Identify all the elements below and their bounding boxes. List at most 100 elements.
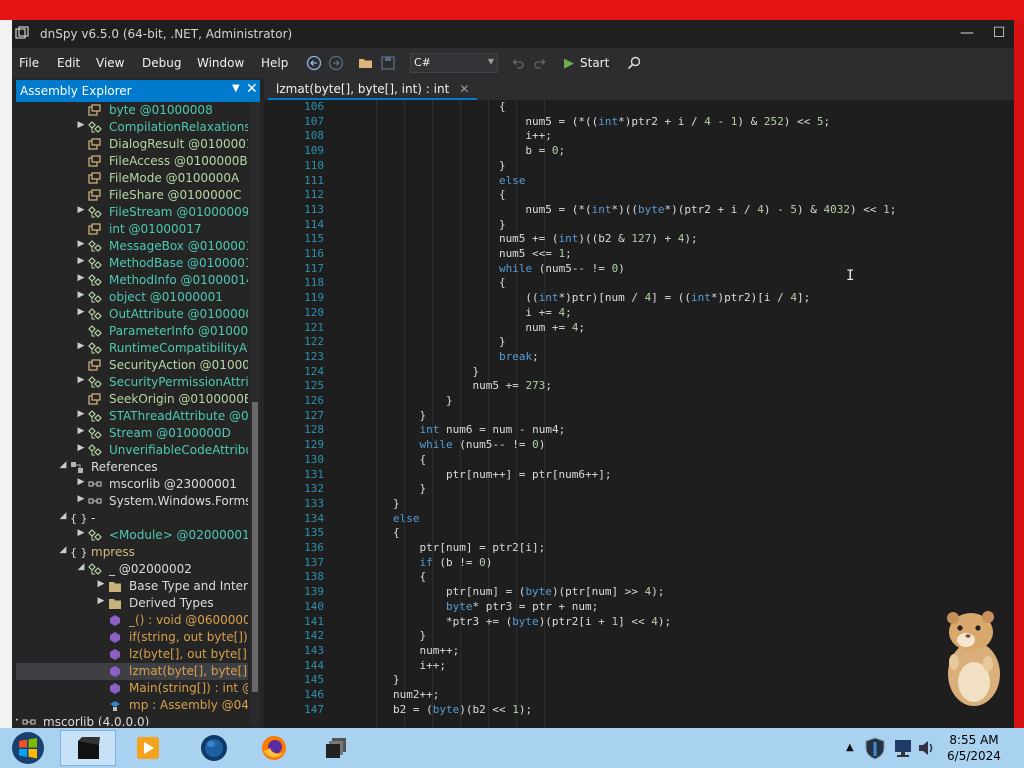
taskbar-firefox[interactable]: [246, 730, 302, 766]
taskbar-media-player[interactable]: [120, 730, 176, 766]
scrollbar-thumb[interactable]: [252, 402, 258, 692]
maximize-button[interactable]: ☐: [984, 22, 1014, 44]
forward-icon[interactable]: [326, 53, 346, 73]
taskbar-clock[interactable]: 8:55 AM 6/5/2024: [934, 732, 1014, 764]
tree-item[interactable]: ▶ MessageBox @01000012: [16, 238, 248, 255]
expand-arrow-icon[interactable]: ▶: [76, 426, 86, 436]
line-number: 141: [304, 614, 324, 628]
tree-item[interactable]: ▶ UnverifiableCodeAttribute: [16, 442, 248, 459]
expand-arrow-icon[interactable]: ▶: [76, 120, 86, 130]
expand-arrow-icon[interactable]: ▶: [76, 528, 86, 538]
menu-view[interactable]: View: [96, 56, 124, 70]
panel-menu-icon[interactable]: ▼: [232, 83, 240, 94]
tree-item[interactable]: ▶ RuntimeCompatibilityAttri: [16, 340, 248, 357]
expand-arrow-icon[interactable]: ▶: [76, 341, 86, 351]
expand-arrow-icon[interactable]: ▶: [16, 715, 20, 725]
tree-item[interactable]: ▶ STAThreadAttribute @010: [16, 408, 248, 425]
tree-item[interactable]: mp : Assembly @0400: [16, 697, 248, 714]
menu-file[interactable]: File: [19, 56, 39, 70]
expand-arrow-icon[interactable]: ▶: [96, 596, 106, 606]
menu-edit[interactable]: Edit: [57, 56, 80, 70]
tree-item[interactable]: int @01000017: [16, 221, 248, 238]
tree-scrollbar[interactable]: [250, 102, 260, 726]
tree-item[interactable]: ▶ <Module> @02000001: [16, 527, 248, 544]
tab-close-icon[interactable]: ✕: [459, 82, 469, 96]
expand-arrow-icon[interactable]: ▶: [76, 307, 86, 317]
tree-item[interactable]: ▶ FileStream @01000009: [16, 204, 248, 221]
app-icon: [15, 26, 29, 39]
tree-item[interactable]: _() : void @06000005: [16, 612, 248, 629]
tray-arrow-icon[interactable]: ▲: [846, 742, 854, 753]
collapse-arrow-icon[interactable]: ◢: [58, 545, 68, 555]
tree-item[interactable]: FileShare @0100000C: [16, 187, 248, 204]
tree-item[interactable]: ▶ SecurityPermissionAttribu: [16, 374, 248, 391]
tree-item[interactable]: ▶ System.Windows.Forms @: [16, 493, 248, 510]
collapse-arrow-icon[interactable]: ◢: [58, 460, 68, 470]
tree-item[interactable]: ▶ CompilationRelaxationsAt: [16, 119, 248, 136]
tree-item[interactable]: if(string, out byte[]) : b: [16, 629, 248, 646]
windows-start-button[interactable]: [6, 730, 50, 766]
network-icon[interactable]: [892, 738, 916, 758]
expand-arrow-icon[interactable]: ▶: [76, 256, 86, 266]
assembly-reference-icon: [22, 716, 36, 726]
expand-arrow-icon[interactable]: ▶: [76, 205, 86, 215]
tree-item[interactable]: lz(byte[], out byte[], in: [16, 646, 248, 663]
tree-item[interactable]: ▶ object @01000001: [16, 289, 248, 306]
back-icon[interactable]: [304, 53, 324, 73]
tree-item[interactable]: SeekOrigin @0100000E: [16, 391, 248, 408]
expand-arrow-icon[interactable]: ▶: [76, 375, 86, 385]
volume-icon[interactable]: [916, 738, 936, 758]
undo-icon[interactable]: [508, 53, 528, 73]
menu-help[interactable]: Help: [261, 56, 288, 70]
expand-arrow-icon[interactable]: ▶: [76, 477, 86, 487]
minimize-button[interactable]: —: [952, 22, 982, 44]
tree-item[interactable]: DialogResult @01000013: [16, 136, 248, 153]
tree-item[interactable]: ◢ References: [16, 459, 248, 476]
expand-arrow-icon[interactable]: ▶: [76, 494, 86, 504]
tree-item[interactable]: FileMode @0100000A: [16, 170, 248, 187]
tree-item[interactable]: Main(string[]) : int @0: [16, 680, 248, 697]
save-icon[interactable]: [378, 53, 398, 73]
tree-item[interactable]: ◢{ } mpress: [16, 544, 248, 561]
tree-item[interactable]: ▶ MethodBase @01000015: [16, 255, 248, 272]
tree-item[interactable]: ▶ mscorlib (4.0.0.0): [16, 714, 248, 726]
tree-item[interactable]: byte @01000008: [16, 102, 248, 119]
collapse-arrow-icon[interactable]: ◢: [58, 511, 68, 521]
language-select[interactable]: C# ▼: [410, 53, 498, 73]
tree-item[interactable]: SecurityAction @0100000: [16, 357, 248, 374]
redo-icon[interactable]: [530, 53, 550, 73]
taskbar-file-explorer[interactable]: [308, 730, 364, 766]
tree-item[interactable]: lzmat(byte[], byte[], in: [16, 663, 248, 680]
tree-item[interactable]: ▶ OutAttribute @01000003: [16, 306, 248, 323]
collapse-arrow-icon[interactable]: ◢: [76, 562, 86, 572]
class-icon: [88, 410, 102, 423]
expand-arrow-icon[interactable]: ▶: [96, 579, 106, 589]
expand-arrow-icon[interactable]: ▶: [76, 409, 86, 419]
expand-arrow-icon[interactable]: ▶: [76, 239, 86, 249]
tree-item[interactable]: ▶ Stream @0100000D: [16, 425, 248, 442]
menu-window[interactable]: Window: [197, 56, 244, 70]
tree-item[interactable]: ◢ _ @02000002: [16, 561, 248, 578]
tree-item[interactable]: ParameterInfo @01000016: [16, 323, 248, 340]
code-view[interactable]: 106 {107 num5 = (*((int*)ptr2 + i / 4 - …: [264, 100, 1014, 728]
taskbar-browser-globe[interactable]: [186, 730, 242, 766]
close-icon[interactable]: ✕: [246, 81, 258, 97]
menu-debug[interactable]: Debug: [142, 56, 181, 70]
expand-arrow-icon[interactable]: ▶: [76, 273, 86, 283]
search-icon[interactable]: [624, 53, 644, 73]
menu-bar: File Edit View Debug Window Help C# ▼ ▶ St…: [12, 48, 1014, 78]
taskbar-dnspy[interactable]: [60, 730, 116, 766]
shield-icon[interactable]: [864, 736, 886, 760]
tree-item[interactable]: ▶ MethodInfo @01000014: [16, 272, 248, 289]
tree-item[interactable]: ▶ Base Type and Interfac: [16, 578, 248, 595]
start-debug-button[interactable]: ▶ Start: [564, 53, 609, 73]
tab-lzmat[interactable]: lzmat(byte[], byte[], int) : int ✕: [268, 78, 478, 100]
play-icon: ▶: [564, 55, 574, 71]
expand-arrow-icon[interactable]: ▶: [76, 443, 86, 453]
tree-item[interactable]: FileAccess @0100000B: [16, 153, 248, 170]
expand-arrow-icon[interactable]: ▶: [76, 290, 86, 300]
tree-item[interactable]: ▶ Derived Types: [16, 595, 248, 612]
tree-item[interactable]: ◢{ } -: [16, 510, 248, 527]
open-folder-icon[interactable]: [356, 53, 376, 73]
tree-item[interactable]: ▶ mscorlib @23000001: [16, 476, 248, 493]
